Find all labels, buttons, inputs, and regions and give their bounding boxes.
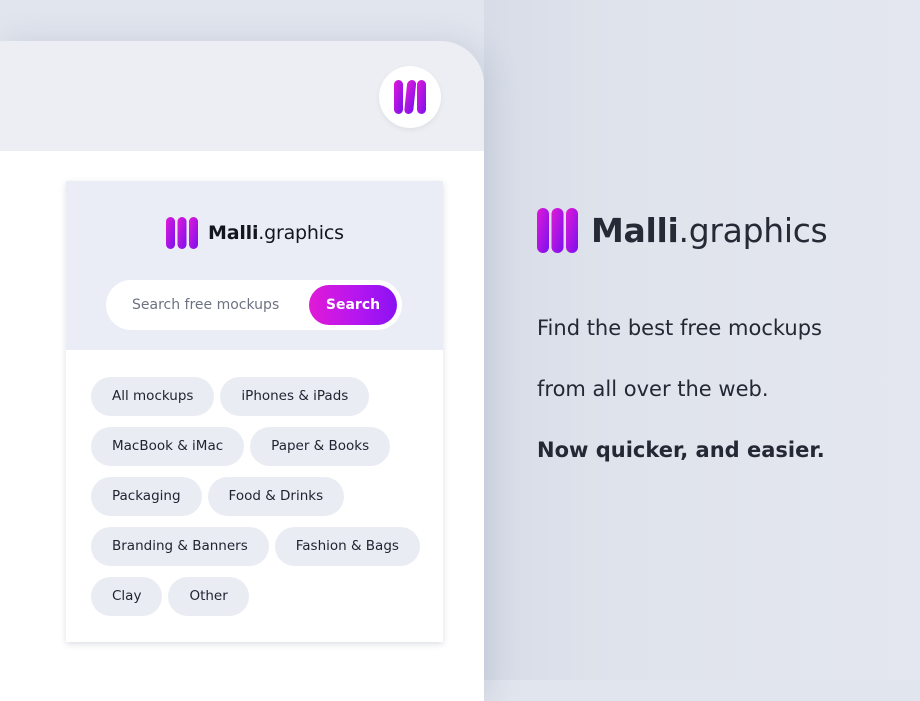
browser-window: Malli.graphics Search All mockups iPhone… xyxy=(0,41,484,701)
category-chip[interactable]: iPhones & iPads xyxy=(220,377,370,416)
tagline-line-3: Now quicker, and easier. xyxy=(537,438,825,462)
popup-brand: Malli.graphics xyxy=(166,217,344,249)
promo-brand-rest: .graphics xyxy=(678,211,828,250)
search-bar: Search xyxy=(106,280,402,330)
promo-brand-bold: Malli xyxy=(591,211,679,250)
popup-brand-name: Malli.graphics xyxy=(208,222,344,244)
tagline-line-1: Find the best free mockups xyxy=(537,316,822,340)
malli-logo-icon xyxy=(166,217,198,249)
promo-brand: Malli.graphics xyxy=(537,208,907,253)
category-chip[interactable]: Fashion & Bags xyxy=(274,527,420,566)
category-chip[interactable]: Packaging xyxy=(91,477,202,516)
browser-toolbar xyxy=(0,41,484,151)
promo-brand-name: Malli.graphics xyxy=(591,211,828,250)
category-chip[interactable]: Food & Drinks xyxy=(207,477,345,516)
search-button[interactable]: Search xyxy=(309,285,397,325)
extension-popup: Malli.graphics Search All mockups iPhone… xyxy=(66,181,443,642)
malli-logo-icon xyxy=(537,208,578,253)
search-input[interactable] xyxy=(106,280,306,330)
category-chip[interactable]: Other xyxy=(168,577,249,616)
promo-panel: Malli.graphics Find the best free mockup… xyxy=(537,208,907,462)
popup-header: Malli.graphics Search xyxy=(66,181,443,350)
tagline-line-2: from all over the web. xyxy=(537,377,769,401)
brand-name-bold: Malli xyxy=(208,222,259,244)
category-chip[interactable]: Clay xyxy=(91,577,163,616)
category-chip[interactable]: All mockups xyxy=(91,377,215,416)
page-background xyxy=(484,0,920,680)
brand-name-rest: .graphics xyxy=(258,222,344,244)
category-chip[interactable]: Paper & Books xyxy=(250,427,391,466)
category-list: All mockups iPhones & iPads MacBook & iM… xyxy=(91,377,431,616)
category-chip[interactable]: MacBook & iMac xyxy=(91,427,245,466)
category-chip[interactable]: Branding & Banners xyxy=(91,527,269,566)
malli-logo-icon xyxy=(394,80,426,114)
extension-button[interactable] xyxy=(379,66,441,128)
